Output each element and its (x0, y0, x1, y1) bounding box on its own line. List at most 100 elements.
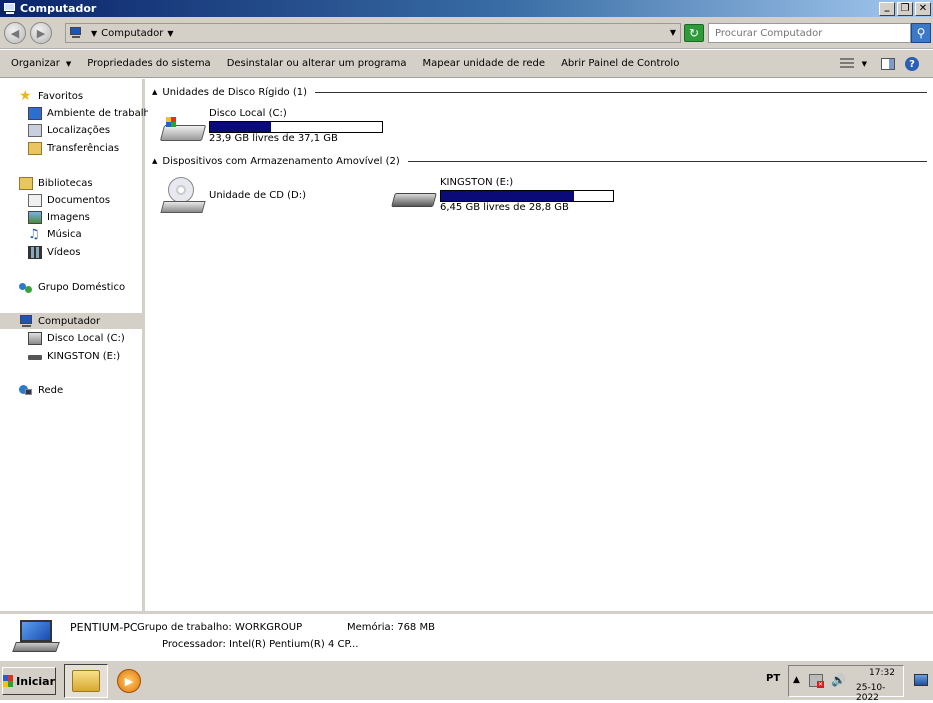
sidebar-item-music[interactable]: ♫ Música (28, 226, 82, 242)
computer-icon (3, 2, 17, 15)
refresh-icon: ↻ (688, 26, 700, 40)
sidebar-item-desktop[interactable]: Ambiente de trabalho (28, 105, 156, 121)
address-history-dropdown-icon[interactable]: ▼ (670, 28, 676, 37)
drive-cd-d[interactable]: Unidade de CD (D:) (160, 175, 380, 217)
show-hidden-icons-icon[interactable]: ▲ (793, 675, 800, 685)
group-header-removable[interactable]: ▲ Dispositivos com Armazenamento Amovíve… (152, 154, 927, 168)
processor-label: Processador: Intel(R) Pentium(R) 4 CP... (162, 639, 359, 650)
search-input[interactable] (708, 23, 911, 43)
collapse-triangle-icon[interactable]: ▲ (152, 157, 157, 165)
drive-free-space: 6,45 GB livres de 28,8 GB (440, 202, 569, 213)
show-desktop-icon[interactable] (914, 674, 928, 686)
homegroup-icon (19, 281, 33, 294)
search-button[interactable]: ⚲ (911, 23, 931, 43)
cd-drive-icon (160, 177, 206, 213)
chevron-down-icon: ▼ (65, 59, 72, 68)
sidebar-item-homegroup[interactable]: Grupo Doméstico (19, 279, 125, 295)
sidebar-item-downloads[interactable]: Transferências (28, 140, 119, 156)
workgroup-label: Grupo de trabalho: WORKGROUP (137, 622, 303, 633)
address-bar[interactable]: ▼ Computador ▼ ▼ (65, 23, 681, 43)
documents-icon (28, 193, 42, 207)
group-divider (315, 91, 927, 93)
map-network-drive-button[interactable]: Mapear unidade de rede (415, 50, 554, 78)
drive-name: Disco Local (C:) (209, 108, 287, 119)
libraries-icon (19, 176, 33, 190)
computer-icon (69, 27, 83, 39)
group-header-hard-disks[interactable]: ▲ Unidades de Disco Rígido (1) (152, 85, 927, 99)
change-view-icon[interactable] (839, 58, 854, 70)
computer-icon (19, 314, 33, 328)
star-icon: ★ (19, 87, 32, 104)
clock-time[interactable]: 17:32 (869, 668, 895, 678)
system-properties-button[interactable]: Propriedades do sistema (79, 50, 218, 78)
drive-kingston-e[interactable]: KINGSTON (E:) 6,45 GB livres de 28,8 GB (391, 175, 621, 217)
sidebar-item-pictures[interactable]: Imagens (28, 209, 90, 225)
media-player-icon: ▶ (117, 669, 141, 693)
breadcrumb-computer[interactable]: Computador (101, 28, 163, 39)
taskbar-explorer-button[interactable] (64, 664, 108, 698)
help-icon[interactable]: ? (905, 57, 919, 71)
close-button[interactable]: ✕ (915, 1, 931, 16)
navigation-pane: ★ Favoritos Ambiente de trabalho Localiz… (0, 79, 156, 611)
command-bar: Organizar ▼ Propriedades do sistema Desin… (0, 50, 933, 78)
window-title: Computador (20, 2, 97, 15)
group-divider (407, 160, 927, 162)
details-pane: PENTIUM-PC Grupo de trabalho: WORKGROUP … (0, 611, 933, 660)
drive-name: KINGSTON (E:) (440, 177, 514, 188)
search-icon: ⚲ (916, 26, 926, 40)
minimize-button[interactable]: _ (879, 1, 895, 16)
refresh-button[interactable]: ↻ (684, 24, 704, 42)
back-button[interactable]: ◀ (4, 22, 26, 44)
hard-drive-icon (28, 331, 42, 345)
taskbar-media-player-button[interactable]: ▶ (116, 668, 142, 694)
content-pane: ▲ Unidades de Disco Rígido (1) Disco Loc… (148, 79, 933, 611)
collapse-triangle-icon[interactable]: ▲ (152, 88, 157, 96)
usb-drive-icon (391, 189, 437, 221)
drive-usage-bar (440, 190, 614, 202)
memory-label: Memória: 768 MB (347, 622, 435, 633)
sidebar-item-libraries[interactable]: Bibliotecas (19, 175, 93, 191)
sidebar-item-favorites[interactable]: ★ Favoritos (19, 88, 83, 104)
explorer-folder-icon (72, 670, 100, 692)
desktop-icon (28, 106, 42, 120)
sidebar-item-videos[interactable]: Vídeos (28, 244, 80, 260)
drive-local-disk-c[interactable]: Disco Local (C:) 23,9 GB livres de 37,1 … (159, 105, 390, 147)
navigation-bar: ◀ ▶ ▼ Computador ▼ ▼ ↻ ⚲ (0, 17, 933, 49)
forward-button[interactable]: ▶ (30, 22, 52, 44)
drive-usage-bar (209, 121, 383, 133)
downloads-folder-icon (28, 141, 42, 155)
drive-free-space: 23,9 GB livres de 37,1 GB (209, 133, 338, 144)
preview-pane-icon[interactable] (881, 58, 895, 70)
open-control-panel-button[interactable]: Abrir Painel de Controlo (553, 50, 687, 78)
sidebar-item-network[interactable]: Rede (19, 382, 63, 398)
organize-menu[interactable]: Organizar ▼ (0, 50, 79, 78)
uninstall-program-button[interactable]: Desinstalar ou alterar um programa (219, 50, 415, 78)
drive-name: Unidade de CD (D:) (209, 190, 307, 201)
notification-area: ▲ ✕ 🔊 17:32 25-10-2022 (788, 665, 904, 703)
computer-name: PENTIUM-PC (70, 621, 138, 634)
hard-drive-icon (159, 115, 207, 147)
restore-button[interactable]: ❐ (897, 1, 913, 16)
sidebar-item-computer[interactable]: Computador (0, 313, 142, 329)
network-icon (19, 384, 33, 397)
breadcrumb-dropdown-icon[interactable]: ▼ (167, 29, 173, 38)
network-status-icon[interactable]: ✕ (809, 674, 824, 688)
music-icon: ♫ (28, 226, 40, 242)
windows-logo-icon (3, 675, 14, 687)
sidebar-item-local-disk-c[interactable]: Disco Local (C:) (28, 330, 125, 346)
videos-icon (28, 245, 42, 259)
sidebar-item-kingston-e[interactable]: KINGSTON (E:) (28, 348, 120, 364)
usb-drive-icon (28, 350, 42, 363)
clock-date[interactable]: 25-10-2022 (856, 683, 903, 703)
taskbar: Iniciar ▶ PT ▲ ✕ 🔊 17:32 25-10-2022 (0, 660, 933, 703)
start-button[interactable]: Iniciar (2, 667, 56, 695)
pictures-icon (28, 210, 42, 224)
view-options-chevron-icon[interactable]: ▼ (862, 60, 867, 68)
volume-icon[interactable]: 🔊 (831, 673, 846, 687)
sidebar-item-recent-places[interactable]: Localizações (28, 122, 110, 138)
breadcrumb-separator-icon[interactable]: ▼ (91, 29, 97, 38)
language-indicator[interactable]: PT (766, 673, 780, 684)
sidebar-item-documents[interactable]: Documentos (28, 192, 110, 208)
computer-icon (12, 620, 60, 656)
title-bar: Computador _ ❐ ✕ (0, 0, 933, 17)
